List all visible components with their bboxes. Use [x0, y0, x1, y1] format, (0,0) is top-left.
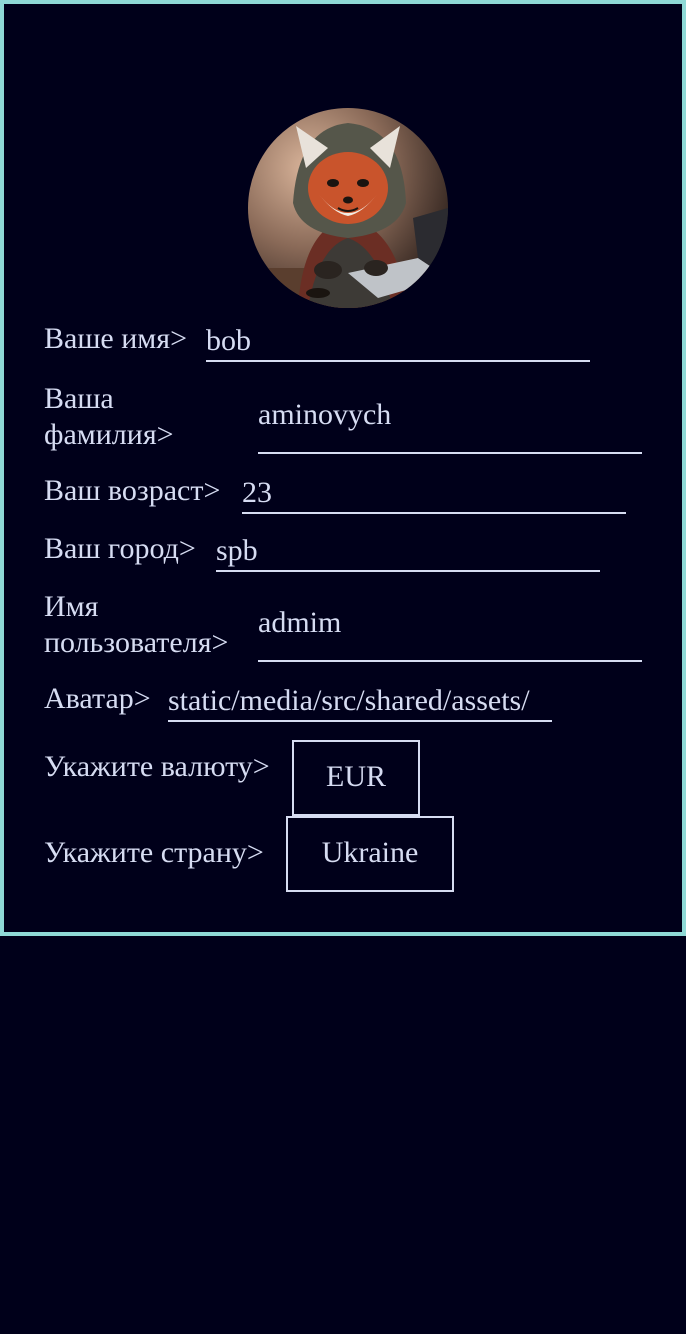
first-name-label: Ваше имя>	[44, 322, 187, 355]
city-label: Ваш город>	[44, 532, 196, 565]
city-input[interactable]	[216, 532, 600, 572]
currency-select[interactable]: EUR	[292, 740, 420, 816]
avatar-path-label: Аватар>	[44, 682, 151, 715]
last-name-label-line2: фамилия>	[44, 418, 174, 451]
age-input[interactable]	[242, 474, 626, 514]
fox-hacker-avatar-image	[248, 108, 448, 308]
avatar-path-input[interactable]	[168, 682, 552, 722]
username-label-line1: Имя	[44, 590, 99, 623]
age-label: Ваш возраст>	[44, 474, 221, 507]
last-name-input[interactable]	[258, 396, 642, 454]
last-name-label-line1: Ваша	[44, 382, 114, 415]
currency-label: Укажите валюту>	[44, 750, 270, 783]
username-label-line2: пользователя>	[44, 626, 229, 659]
avatar	[248, 108, 448, 308]
profile-card: Ваше имя> Ваша фамилия> Ваш возраст> Ваш…	[0, 0, 686, 936]
country-label: Укажите страну>	[44, 836, 264, 869]
username-input[interactable]	[258, 604, 642, 662]
first-name-input[interactable]	[206, 322, 590, 362]
country-select[interactable]: Ukraine	[286, 816, 454, 892]
